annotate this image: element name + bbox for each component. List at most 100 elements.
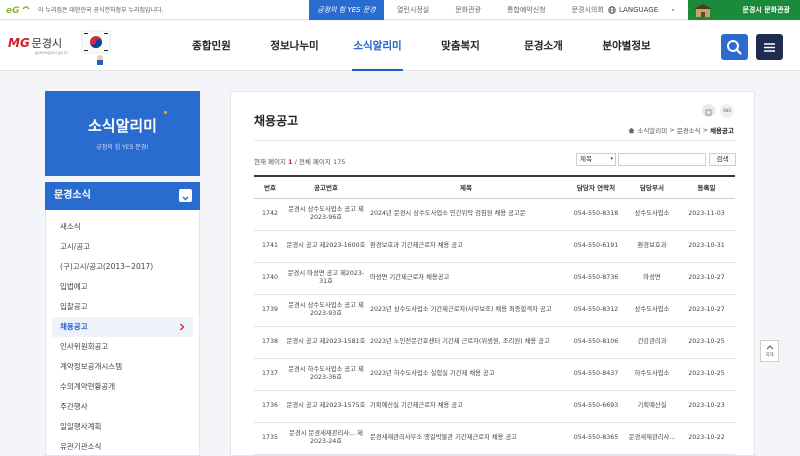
row-subject-link[interactable]: 문경새재관리사무소 옛길박물관 기간제근로자 채용 공고 <box>366 422 566 455</box>
col-subject: 제목 <box>366 175 566 199</box>
language-label: LANGUAGE <box>619 6 659 14</box>
sidebar-item-recruitment[interactable]: 채용공고 <box>52 317 193 337</box>
page-info-prefix: 현재 페이지 <box>254 158 289 166</box>
taegeuk-mascot-icon <box>81 30 111 65</box>
sidebar-item-old-notice[interactable]: (구)고시/공고(2013~2017) <box>46 257 199 277</box>
search-keyword-input[interactable] <box>618 153 706 166</box>
top-link-open-office[interactable]: 열린시정실 <box>384 0 442 20</box>
gov-logo-icon: eG <box>6 6 30 15</box>
row-subject-link[interactable]: 2023년 노인전문간호센터 기간제 근로자(위생원, 조리원) 채용 공고 <box>366 326 566 359</box>
search-field-select[interactable]: 제목 ▾ <box>576 153 616 166</box>
row-contact: 054-550-8106 <box>566 326 626 359</box>
nav-about[interactable]: 문경소개 <box>502 21 585 71</box>
row-subject-link[interactable]: 2023년 하수도사업소 실험실 기간제 채용 공고 <box>366 358 566 391</box>
table-row[interactable]: 1738 문경시 공고 제2023-1581호 2023년 노인전문간호센터 기… <box>254 326 735 359</box>
top-link-reservation[interactable]: 통합예약신청 <box>494 0 559 20</box>
breadcrumb-item[interactable]: 소식알리미 <box>637 125 667 135</box>
logo-mg: MG <box>8 36 30 50</box>
sidebar-item-bidding[interactable]: 입찰공고 <box>46 297 199 317</box>
logo-name: 문경시 <box>31 37 63 50</box>
page-info: 현재 페이지 1 / 전체 페이지 175 <box>254 156 345 166</box>
site-logo[interactable]: MG 문경시 gyeongsiui.go.kr <box>8 35 68 55</box>
sidebar-item-contract-info[interactable]: 계약정보공개시스템 <box>46 357 199 377</box>
main-nav: 종합민원 정보나누미 소식알리미 맞춤복지 문경소개 분야별정보 <box>170 21 668 71</box>
table-row[interactable]: 1739 문경시 상수도사업소 공고 제2023-93호 2023년 상수도사업… <box>254 294 735 327</box>
row-contact: 054-550-6693 <box>566 390 626 423</box>
row-subject-link[interactable]: 환경보호과 기간제근로자 채용 공고 <box>366 230 566 263</box>
globe-icon <box>608 6 616 14</box>
breadcrumb-separator: > <box>669 126 675 134</box>
breadcrumb-item[interactable]: 문경소식 <box>677 125 701 135</box>
search-field-value: 제목 <box>580 155 592 163</box>
sidebar-item-daily-events[interactable]: 일일행사계획 <box>46 417 199 437</box>
row-subject-link[interactable]: 기획예산실 기간제근로자 채용 공고 <box>366 390 566 423</box>
menu-button[interactable] <box>756 34 783 60</box>
culture-tourism-link[interactable]: 문경시 문화관광 <box>688 0 800 20</box>
row-department: 문경새재관리사... <box>626 422 678 455</box>
row-subject-link[interactable]: 마성면 기간제근로자 채용공고 <box>366 262 566 295</box>
table-row[interactable]: 1742 문경시 상수도사업소 공고 제2023-96호 2024년 문경시 상… <box>254 198 735 231</box>
sidebar-item-private-contract[interactable]: 수의계약현황공개 <box>46 377 199 397</box>
row-notice-number: 문경시 하수도사업소 공고 제2023-36호 <box>286 358 366 391</box>
breadcrumb-separator: > <box>702 126 709 134</box>
col-number: 번호 <box>254 175 286 199</box>
table-row[interactable]: 1736 문경시 공고 제2023-1575호 기획예산실 기간제근로자 채용 … <box>254 390 735 423</box>
search-submit-button[interactable]: 검색 <box>709 153 736 166</box>
row-date: 2023-10-31 <box>678 230 735 263</box>
sidebar-item-weekly-events[interactable]: 주간행사 <box>46 397 199 417</box>
main-header: MG 문경시 gyeongsiui.go.kr 종합민원 정보나누미 소식알리미… <box>0 21 800 71</box>
row-subject-link[interactable]: 2024년 문경시 상수도사업소 민간위탁 검침원 채용 공고문 <box>366 198 566 231</box>
row-contact: 054-550-8736 <box>566 262 626 295</box>
row-department: 상수도사업소 <box>626 198 678 231</box>
row-department: 기획예산실 <box>626 390 678 423</box>
sidebar-item-notice[interactable]: 고시/공고 <box>46 237 199 257</box>
nav-news[interactable]: 소식알리미 <box>336 21 419 71</box>
nav-info-sharing[interactable]: 정보나누미 <box>253 21 336 71</box>
yes-slogan-tab[interactable]: 긍정의 힘 YES 문경 <box>309 0 384 20</box>
row-notice-number: 문경시 마성면 공고 제2023-31호 <box>286 262 366 295</box>
scroll-top-button[interactable]: 꼭대 <box>760 340 779 362</box>
sidebar-item-personnel[interactable]: 인사위원회공고 <box>46 337 199 357</box>
row-subject-link[interactable]: 2023년 상수도사업소 기간제근로자(사무보조) 채용 최종합격자 공고 <box>366 294 566 327</box>
chevron-down-icon: ▾ <box>610 156 613 162</box>
row-number: 1739 <box>254 294 286 327</box>
svg-text:eG: eG <box>6 6 20 15</box>
row-contact: 054-550-8437 <box>566 358 626 391</box>
search-button[interactable] <box>721 34 748 60</box>
logo-url: gyeongsiui.go.kr <box>35 50 69 55</box>
col-department: 담당부서 <box>626 175 678 199</box>
culture-label: 문경시 문화관광 <box>742 6 790 14</box>
top-link-culture-tourism[interactable]: 문화관광 <box>442 0 494 20</box>
nav-welfare[interactable]: 맞춤복지 <box>419 21 502 71</box>
row-department: 하수도사업소 <box>626 358 678 391</box>
sidebar-item-related-agencies[interactable]: 유관기관소식 <box>46 437 199 456</box>
table-row[interactable]: 1737 문경시 하수도사업소 공고 제2023-36호 2023년 하수도사업… <box>254 358 735 391</box>
sidebar-section-header[interactable]: 문경소식 <box>45 182 200 210</box>
print-icon[interactable] <box>702 104 715 117</box>
row-date: 2023-10-25 <box>678 326 735 359</box>
row-date: 2023-10-27 <box>678 294 735 327</box>
sns-share-button[interactable]: SNS <box>720 104 734 118</box>
page-info-middle: / 전체 페이지 <box>292 158 333 166</box>
nav-civil-service[interactable]: 종합민원 <box>170 21 253 71</box>
sidebar-item-legislation[interactable]: 입법예고 <box>46 277 199 297</box>
home-icon[interactable] <box>628 127 635 134</box>
row-number: 1735 <box>254 422 286 455</box>
row-date: 2023-10-22 <box>678 422 735 455</box>
breadcrumb-current: 채용공고 <box>710 127 734 135</box>
table-row[interactable]: 1740 문경시 마성면 공고 제2023-31호 마성면 기간제근로자 채용공… <box>254 262 735 295</box>
sidebar-item-news[interactable]: 새소식 <box>46 217 199 237</box>
row-notice-number: 문경시 공고 제2023-1575호 <box>286 390 366 423</box>
sidebar-slogan: 긍정의 힘 YES 문경! <box>96 144 149 151</box>
language-selector[interactable]: LANGUAGE <box>608 0 658 20</box>
sidebar-title-box: 소식알리미 긍정의 힘 YES 문경! <box>45 91 200 176</box>
table-row[interactable]: 1741 문경시 공고 제2023-1600호 환경보호과 기간제근로자 채용 … <box>254 230 735 263</box>
row-department: 환경보호과 <box>626 230 678 263</box>
chevron-right-icon <box>180 323 185 331</box>
nav-field-info[interactable]: 분야별정보 <box>585 21 668 71</box>
row-number: 1741 <box>254 230 286 263</box>
top-bar: eG 이 누리집은 대한민국 공식전자정부 누리집입니다. 긍정의 힘 YES … <box>0 0 800 20</box>
section-toggle[interactable] <box>179 189 192 202</box>
table-row[interactable]: 1735 문경시 문경새재관리사... 제2023-24호 문경새재관리사무소 … <box>254 422 735 455</box>
row-number: 1742 <box>254 198 286 231</box>
